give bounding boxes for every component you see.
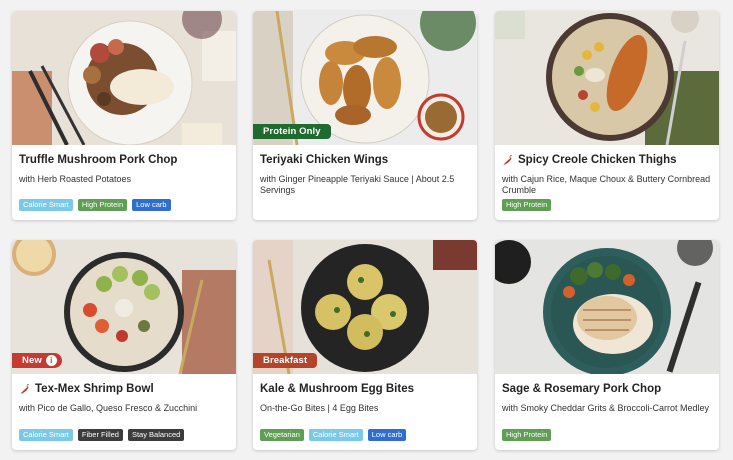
vegetarian-badge: Vegetarian <box>260 429 304 441</box>
meal-description: with Herb Roasted Potatoes <box>19 174 132 184</box>
meal-description: with Cajun Rice, Maque Choux & Buttery C… <box>502 174 711 195</box>
meal-card-teriyaki-chicken-wings[interactable]: Protein Only Teriyaki Chicken Wings with… <box>253 11 477 220</box>
meal-description: with Ginger Pineapple Teriyaki Sauce | A… <box>260 174 455 195</box>
meal-title[interactable]: Truffle Mushroom Pork Chop <box>19 154 228 166</box>
badge-list: Calorie Smart Fiber Filled Stay Balanced <box>19 429 185 441</box>
stay-balanced-badge: Stay Balanced <box>127 429 185 441</box>
meal-card-kale-mushroom-egg-bites[interactable]: Breakfast Kale & Mushroom Egg Bites On-t… <box>253 240 477 450</box>
protein-only-tag: Protein Only <box>253 124 331 139</box>
meal-photo <box>495 11 719 145</box>
chili-pepper-icon <box>20 383 29 394</box>
meal-title[interactable]: Tex-Mex Shrimp Bowl <box>19 383 228 395</box>
high-protein-badge: High Protein <box>502 199 552 211</box>
meal-description: with Pico de Gallo, Queso Fresco & Zucch… <box>19 403 198 413</box>
breakfast-tag: Breakfast <box>253 353 318 368</box>
meal-photo <box>495 240 719 374</box>
meal-title[interactable]: Sage & Rosemary Pork Chop <box>502 383 711 395</box>
meal-description: with Smoky Cheddar Grits & Broccoli-Carr… <box>502 403 710 413</box>
calorie-smart-badge: Calorie Smart <box>308 429 363 441</box>
calorie-smart-badge: Calorie Smart <box>19 429 73 441</box>
meal-photo: Breakfast <box>253 240 477 374</box>
meal-photo: New i <box>12 240 236 374</box>
new-tag: New i <box>12 353 62 368</box>
high-protein-badge: High Protein <box>502 429 552 441</box>
info-icon[interactable]: i <box>45 355 57 366</box>
meal-title[interactable]: Spicy Creole Chicken Thighs <box>502 154 711 166</box>
new-tag-label: New <box>22 355 42 366</box>
meal-photo <box>12 11 236 145</box>
badge-list: Calorie Smart High Protein Low carb <box>19 199 171 211</box>
badge-list: High Protein <box>502 429 552 441</box>
fiber-filled-badge: Fiber Filled <box>77 429 123 441</box>
meal-title-text: Tex-Mex Shrimp Bowl <box>35 383 154 395</box>
high-protein-badge: High Protein <box>77 199 128 211</box>
meal-card-tex-mex-shrimp-bowl[interactable]: New i Tex-Mex Shrimp Bowl with Pico de G… <box>12 240 236 450</box>
calorie-smart-badge: Calorie Smart <box>19 199 73 211</box>
chili-pepper-icon <box>503 154 512 165</box>
meal-card-truffle-mushroom-pork-chop[interactable]: Truffle Mushroom Pork Chop with Herb Roa… <box>12 11 236 220</box>
meal-title[interactable]: Teriyaki Chicken Wings <box>260 154 469 166</box>
meal-card-sage-rosemary-pork-chop[interactable]: Sage & Rosemary Pork Chop with Smoky Che… <box>495 240 719 450</box>
meal-description: On-the-Go Bites | 4 Egg Bites <box>260 403 379 413</box>
low-carb-badge: Low carb <box>367 429 407 441</box>
badge-list: High Protein <box>502 199 552 211</box>
meal-card-spicy-creole-chicken-thighs[interactable]: Spicy Creole Chicken Thighs with Cajun R… <box>495 11 719 220</box>
meal-title-text: Spicy Creole Chicken Thighs <box>518 154 677 166</box>
low-carb-badge: Low carb <box>132 199 171 211</box>
badge-list: Vegetarian Calorie Smart Low carb <box>260 429 407 441</box>
meal-photo: Protein Only <box>253 11 477 145</box>
meal-title[interactable]: Kale & Mushroom Egg Bites <box>260 383 469 395</box>
